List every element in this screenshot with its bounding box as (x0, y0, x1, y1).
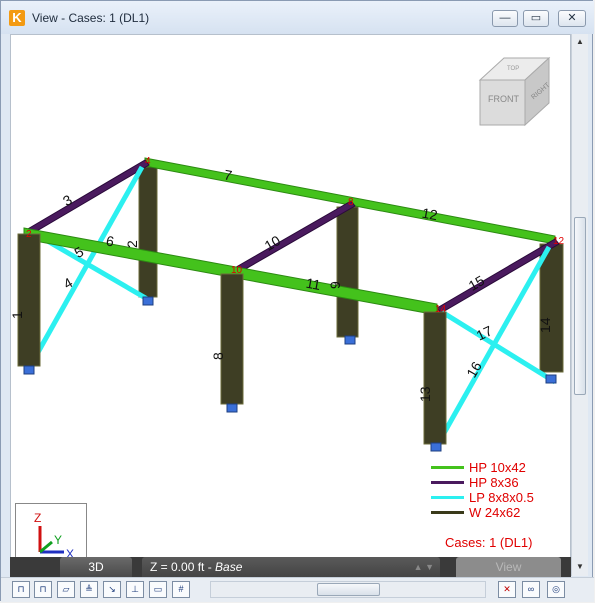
node-label: 10 (231, 265, 243, 276)
glasses-icon[interactable]: ◎ (547, 581, 565, 598)
legend-label: W 24x62 (469, 505, 521, 520)
scroll-up-icon[interactable]: ▲ (576, 37, 584, 46)
legend-item: HP 10x42 (429, 460, 569, 475)
vertical-scrollbar[interactable]: ▲ ▼ (571, 34, 588, 576)
column-14[interactable] (539, 243, 564, 373)
z-level-prefix: Z = 0.00 ft - (150, 560, 216, 574)
legend-swatch (431, 481, 464, 484)
legend-label: LP 8x8x0.5 (469, 490, 534, 505)
view-window: K View - Cases: 1 (DL1) — ▭ ✕ FRONT RIGH… (0, 0, 594, 602)
axis-triad: Z Y X (15, 503, 87, 565)
delete-view-icon[interactable]: ✕ (498, 581, 516, 598)
horizontal-scrollbar[interactable] (210, 581, 486, 598)
restore-button[interactable]: ▭ (523, 10, 549, 27)
node-label: 8 (348, 197, 354, 208)
member-label: 11 (305, 275, 322, 293)
link-icon[interactable]: ∞ (522, 581, 540, 598)
plate-icon[interactable]: ▱ (57, 581, 75, 598)
load-icon[interactable]: ↘ (103, 581, 121, 598)
minimize-button[interactable]: — (492, 10, 518, 27)
tab-3d[interactable]: 3D (60, 557, 132, 577)
window-title: View - Cases: 1 (DL1) (32, 11, 150, 25)
legend-swatch (431, 496, 464, 499)
grid-icon[interactable]: ▭ (149, 581, 167, 598)
level-arrows-icon[interactable]: ▲ ▼ (414, 557, 434, 577)
section-legend: HP 10x42 HP 8x36 LP 8x8x0.5 W 24x62 (429, 460, 569, 520)
legend-label: HP 10x42 (469, 460, 526, 475)
view-button[interactable]: View (456, 557, 561, 577)
axis-y-label: Y (54, 533, 62, 547)
legend-swatch (431, 511, 464, 514)
scroll-thumb[interactable] (317, 583, 380, 596)
scroll-thumb[interactable] (574, 217, 586, 395)
legend-item: W 24x62 (429, 505, 569, 520)
z-level-name: Base (215, 560, 243, 574)
view-bottom-bar: 3D Z = 0.00 ft - Base ▲ ▼ View (10, 557, 571, 577)
member-label: 1 (11, 311, 25, 319)
member-label: 12 (421, 205, 439, 223)
node-label: 12 (553, 236, 565, 247)
cases-label: Cases: 1 (DL1) (445, 535, 533, 550)
column-9[interactable] (336, 206, 359, 338)
app-logo-icon: K (9, 10, 25, 26)
view-toolbar: ⊓ ⊓ ▱ ≜ ↘ ⊥ ▭ # ✕ ∞ ◎ (1, 577, 594, 602)
member-icon[interactable]: ⊓ (34, 581, 52, 598)
column-1[interactable] (17, 233, 41, 367)
support-icon[interactable]: ≜ (80, 581, 98, 598)
column-13[interactable] (423, 311, 447, 445)
view-cube[interactable]: FRONT RIGHT TOP (478, 56, 552, 127)
column-8[interactable] (220, 273, 244, 405)
viewcube-front-label: FRONT (488, 94, 519, 104)
scroll-down-icon[interactable]: ▼ (576, 562, 584, 571)
beam-3[interactable] (25, 159, 150, 236)
legend-swatch (431, 466, 464, 469)
node-label: 2 (26, 229, 32, 240)
member-label: 14 (537, 317, 553, 333)
member-label: 9 (327, 281, 343, 289)
legend-item: LP 8x8x0.5 (429, 490, 569, 505)
node-label: 4 (145, 156, 151, 167)
member-label: 2 (124, 240, 140, 248)
title-bar[interactable]: K View - Cases: 1 (DL1) — ▭ ✕ (1, 1, 594, 34)
node-label: 14 (435, 304, 447, 315)
beam-10[interactable] (230, 200, 356, 276)
member-label: 8 (210, 352, 226, 360)
numbering-icon[interactable]: # (172, 581, 190, 598)
close-button[interactable]: ✕ (558, 10, 586, 27)
viewcube-top-label: TOP (507, 66, 519, 72)
axis-z-label: Z (34, 511, 41, 525)
node-icon[interactable]: ⊓ (12, 581, 30, 598)
legend-item: HP 8x36 (429, 475, 569, 490)
braces[interactable] (29, 165, 557, 444)
3d-viewport[interactable]: FRONT RIGHT TOP 2 3 4 5 6 7 8 9 10 11 12… (10, 34, 571, 576)
member-label: 13 (417, 386, 433, 402)
axis-triad-icon: Z Y X (34, 511, 74, 561)
axis-icon[interactable]: ⊥ (126, 581, 144, 598)
column-2[interactable] (138, 166, 158, 298)
legend-label: HP 8x36 (469, 475, 519, 490)
z-level-selector[interactable]: Z = 0.00 ft - Base ▲ ▼ (142, 557, 440, 577)
